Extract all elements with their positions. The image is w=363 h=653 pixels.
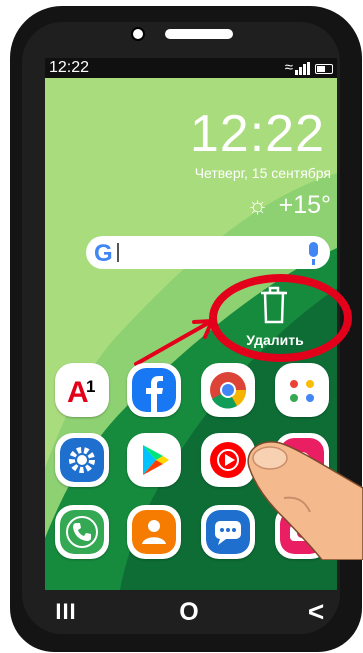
google-search-bar[interactable]: G xyxy=(86,236,330,269)
back-icon: < xyxy=(307,596,325,627)
navigation-bar: III O < xyxy=(32,592,344,632)
arrow-icon xyxy=(134,319,214,366)
highlight-ring xyxy=(209,274,352,362)
wifi-icon: ≈ xyxy=(284,59,293,76)
text-cursor xyxy=(117,243,119,262)
status-bar: 12:22 ≈ xyxy=(45,58,337,78)
app-contacts[interactable] xyxy=(127,505,181,559)
app-chrome[interactable] xyxy=(201,363,255,417)
lockscreen-clock: 12:22 xyxy=(189,105,325,163)
temperature-value: +15° xyxy=(278,191,331,219)
settings-icon xyxy=(60,438,104,482)
phone-icon xyxy=(60,510,104,554)
lockscreen-date: Четверг, 15 сентября xyxy=(194,165,331,181)
recents-button[interactable]: III xyxy=(46,592,86,632)
svg-text:1: 1 xyxy=(86,377,95,396)
google-apps-icon xyxy=(290,380,314,402)
app-settings[interactable] xyxy=(55,433,109,487)
facebook-icon xyxy=(132,368,176,412)
app-facebook[interactable] xyxy=(127,363,181,417)
home-button[interactable]: O xyxy=(169,592,209,632)
chrome-icon xyxy=(210,372,247,409)
play-store-icon xyxy=(143,445,169,475)
microphone-icon[interactable] xyxy=(309,242,318,265)
app-a1[interactable]: A1 xyxy=(55,363,109,417)
back-button[interactable]: < xyxy=(296,592,336,632)
battery-icon xyxy=(315,64,333,74)
weather-widget[interactable]: ☼ +15° xyxy=(247,191,331,220)
app-phone[interactable] xyxy=(55,505,109,559)
google-logo: G xyxy=(94,240,113,267)
app-google-apps[interactable] xyxy=(275,363,329,417)
sun-icon: ☼ xyxy=(246,191,269,219)
front-camera xyxy=(131,27,145,41)
signal-icon xyxy=(295,62,311,75)
home-icon: O xyxy=(179,597,199,626)
status-time: 12:22 xyxy=(49,59,90,76)
recents-icon: III xyxy=(55,599,77,624)
app-play-store[interactable] xyxy=(127,433,181,487)
earpiece-speaker xyxy=(165,29,233,39)
a1-icon: A1 xyxy=(67,376,95,409)
pointing-finger xyxy=(247,441,363,560)
contacts-icon xyxy=(132,510,176,554)
